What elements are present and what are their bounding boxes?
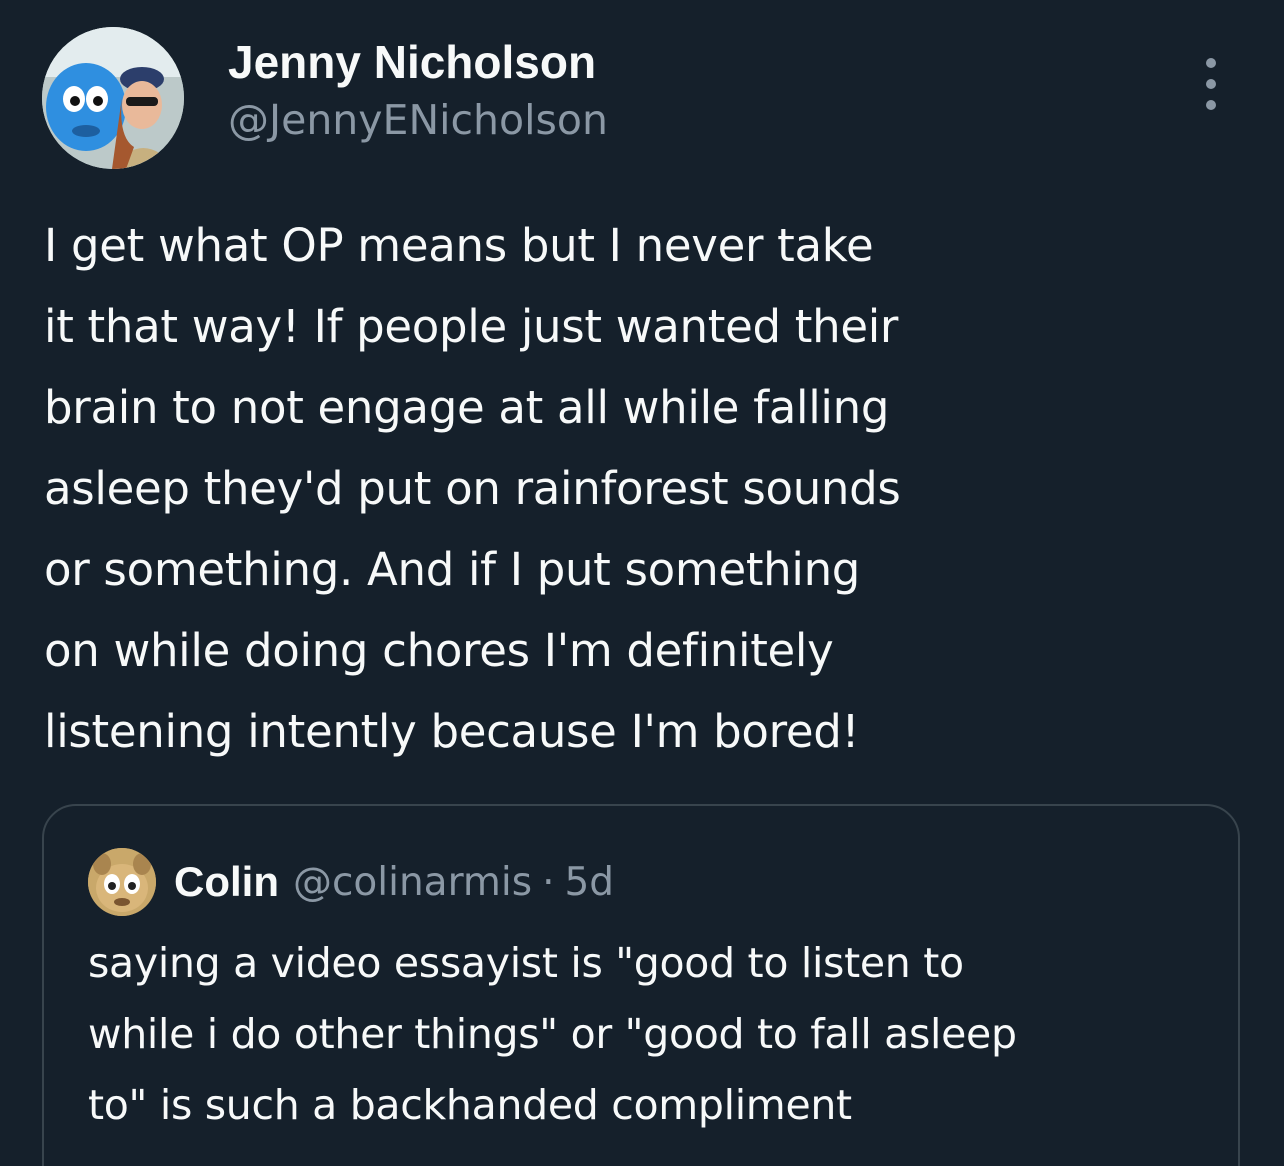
quoted-author-handle[interactable]: @colinarmis — [293, 860, 532, 905]
quoted-tweet[interactable]: Colin @colinarmis · 5d saying a video es… — [42, 804, 1240, 1166]
more-vertical-icon[interactable] — [1196, 58, 1226, 110]
dot — [1206, 79, 1216, 89]
dot — [1206, 58, 1216, 68]
tweet-text: I get what OP means but I never take it … — [44, 219, 901, 758]
quoted-tweet-text: saying a video essayist is "good to list… — [88, 939, 1017, 1129]
avatar-photo-icon — [42, 27, 184, 169]
quoted-tweet-header: Colin @colinarmis · 5d — [88, 848, 614, 916]
author-info: Jenny Nicholson @JennyENicholson — [228, 34, 608, 148]
author-display-name[interactable]: Jenny Nicholson — [228, 34, 608, 90]
author-handle[interactable]: @JennyENicholson — [228, 92, 608, 148]
separator-dot: · — [542, 859, 555, 905]
quoted-tweet-timestamp[interactable]: 5d — [564, 860, 614, 905]
author-avatar[interactable] — [42, 27, 184, 169]
quoted-author-avatar[interactable] — [88, 848, 156, 916]
tweet: Jenny Nicholson @JennyENicholson I get w… — [0, 0, 1284, 1166]
quoted-author-display-name[interactable]: Colin — [174, 858, 279, 906]
dot — [1206, 100, 1216, 110]
avatar-cartoon-icon — [88, 848, 156, 916]
